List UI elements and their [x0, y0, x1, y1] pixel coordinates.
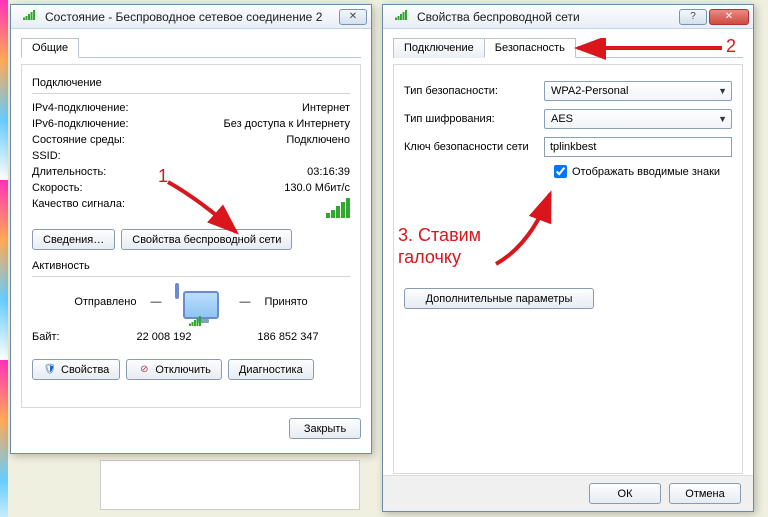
cancel-button[interactable]: Отмена: [669, 483, 741, 504]
label: Сведения…: [43, 234, 104, 246]
encryption-combo[interactable]: AES ▼: [544, 109, 732, 129]
label: Отображать вводимые знаки: [572, 166, 720, 178]
activity-graphic: Отправлено — — Принято: [32, 285, 350, 319]
row-ipv4: IPv4-подключение: Интернет: [32, 100, 350, 116]
window-wifi-properties: Свойства беспроводной сети ? ✕ Подключен…: [382, 4, 754, 512]
show-chars-checkbox[interactable]: [554, 165, 567, 178]
tab-security[interactable]: Безопасность: [484, 38, 576, 58]
label: Тип безопасности:: [404, 85, 544, 97]
label: IPv4-подключение:: [32, 102, 129, 114]
advanced-button[interactable]: Дополнительные параметры: [404, 288, 594, 309]
tab-connection[interactable]: Подключение: [393, 38, 485, 58]
value: Без доступа к Интернету: [223, 118, 350, 130]
label: Отключить: [155, 364, 211, 376]
sent-label: Отправлено: [74, 296, 136, 308]
titlebar[interactable]: Свойства беспроводной сети ? ✕: [383, 5, 753, 29]
value: 130.0 Мбит/с: [284, 182, 350, 194]
value: 03:16:39: [307, 166, 350, 178]
tabstrip: Подключение Безопасность: [393, 37, 743, 58]
chevron-down-icon: ▼: [718, 114, 727, 124]
label: Закрыть: [304, 423, 346, 435]
close-icon[interactable]: ✕: [709, 9, 749, 25]
label: Диагностика: [239, 364, 303, 376]
properties-button[interactable]: 🛡 Свойства: [32, 359, 120, 380]
row-ipv6: IPv6-подключение: Без доступа к Интернет…: [32, 116, 350, 132]
bytes-row: Байт: 22 008 192 186 852 347: [32, 327, 350, 347]
tabstrip: Общие: [21, 37, 361, 58]
signal-bars-icon: [326, 198, 350, 221]
diagnostics-button[interactable]: Диагностика: [228, 359, 314, 380]
label: Качество сигнала:: [32, 198, 125, 221]
monitor-icon: [183, 291, 219, 319]
value: Подключено: [286, 134, 350, 146]
line-icon: —: [150, 296, 161, 308]
dialog-footer: ОК Отмена: [383, 475, 753, 511]
disable-button[interactable]: ⊘ Отключить: [126, 359, 222, 380]
security-key-input[interactable]: [544, 137, 732, 157]
section-activity-title: Активность: [32, 260, 350, 272]
wifi-properties-button[interactable]: Свойства беспроводной сети: [121, 229, 292, 250]
row-duration: Длительность: 03:16:39: [32, 164, 350, 180]
background-decor: [100, 460, 360, 510]
details-button[interactable]: Сведения…: [32, 229, 115, 250]
bytes-recv: 186 852 347: [226, 331, 350, 343]
line-icon: —: [239, 296, 250, 308]
recv-label: Принято: [264, 296, 307, 308]
row-key: Ключ безопасности сети: [404, 137, 732, 157]
help-button[interactable]: ?: [679, 9, 707, 25]
label: Свойства беспроводной сети: [132, 234, 281, 246]
value: Интернет: [302, 102, 350, 114]
window-status: Состояние - Беспроводное сетевое соедине…: [10, 4, 372, 454]
monitor-icon: [175, 283, 179, 299]
ok-button[interactable]: ОК: [589, 483, 661, 504]
row-encryption: Тип шифрования: AES ▼: [404, 109, 732, 129]
label: Длительность:: [32, 166, 106, 178]
close-button[interactable]: Закрыть: [289, 418, 361, 439]
shield-icon: 🛡: [43, 363, 57, 377]
tab-general[interactable]: Общие: [21, 38, 79, 58]
label: Тип шифрования:: [404, 113, 544, 125]
titlebar[interactable]: Состояние - Беспроводное сетевое соедине…: [11, 5, 371, 29]
row-security-type: Тип безопасности: WPA2-Personal ▼: [404, 81, 732, 101]
label: Скорость:: [32, 182, 83, 194]
row-ssid: SSID:: [32, 148, 350, 164]
combo-value: WPA2-Personal: [551, 85, 628, 97]
row-media: Состояние среды: Подключено: [32, 132, 350, 148]
label: SSID:: [32, 150, 61, 162]
bytes-sent: 22 008 192: [102, 331, 226, 343]
background-decor: [0, 0, 8, 517]
disable-icon: ⊘: [137, 363, 151, 377]
section-connection-title: Подключение: [32, 77, 350, 89]
chevron-down-icon: ▼: [718, 86, 727, 96]
label: Дополнительные параметры: [426, 293, 573, 305]
label: Отмена: [685, 488, 724, 500]
label: Состояние среды:: [32, 134, 125, 146]
row-speed: Скорость: 130.0 Мбит/с: [32, 180, 350, 196]
window-title: Состояние - Беспроводное сетевое соедине…: [45, 10, 339, 24]
window-title: Свойства беспроводной сети: [417, 10, 679, 24]
signal-icon: [389, 5, 413, 28]
row-show-chars: Отображать вводимые знаки: [554, 165, 732, 178]
label: IPv6-подключение:: [32, 118, 129, 130]
combo-value: AES: [551, 113, 573, 125]
row-signal: Качество сигнала:: [32, 196, 350, 223]
security-type-combo[interactable]: WPA2-Personal ▼: [544, 81, 732, 101]
label: Свойства: [61, 364, 109, 376]
divider: [32, 93, 350, 94]
close-icon[interactable]: ✕: [339, 9, 367, 25]
label: Ключ безопасности сети: [404, 141, 544, 153]
signal-icon: [189, 316, 201, 326]
divider: [32, 276, 350, 277]
signal-icon: [17, 5, 41, 28]
bytes-label: Байт:: [32, 331, 102, 343]
label: ОК: [618, 488, 633, 500]
